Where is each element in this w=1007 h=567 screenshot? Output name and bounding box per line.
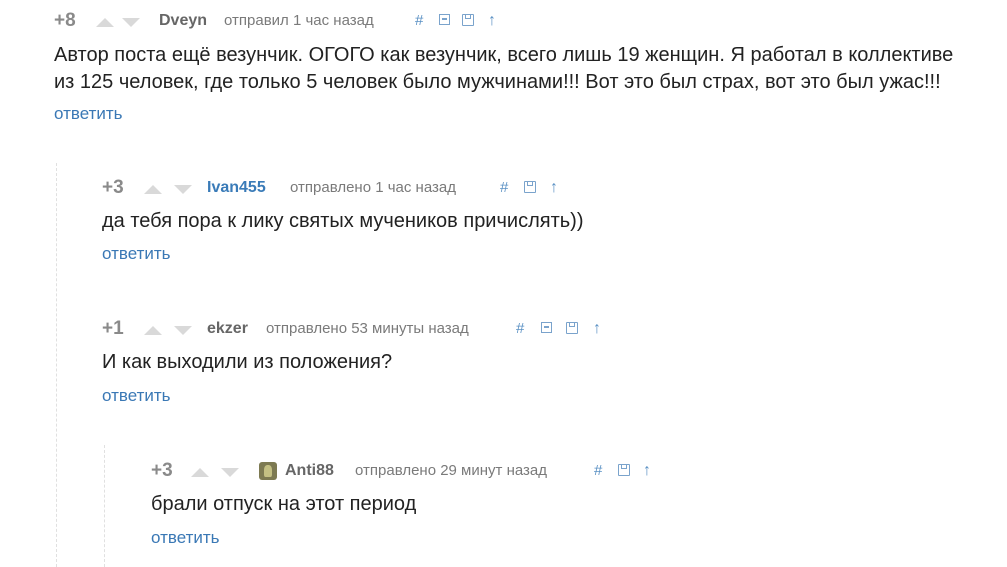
comment-author[interactable]: Ivan455 xyxy=(207,175,266,201)
comment-author[interactable]: ekzer xyxy=(207,316,248,342)
comment-rating: +3 xyxy=(102,177,124,198)
comment-rating: +3 xyxy=(151,460,173,481)
collapse-icon[interactable] xyxy=(439,14,450,25)
save-icon[interactable] xyxy=(618,464,630,476)
upvote-icon[interactable] xyxy=(144,185,162,194)
comment-timestamp: отправлено 1 час назад xyxy=(290,179,456,196)
hash-link-icon[interactable]: # xyxy=(516,316,524,342)
save-icon[interactable] xyxy=(566,322,578,334)
downvote-icon[interactable] xyxy=(221,468,239,477)
comment-text-line: из 125 человек, где только 5 человек был… xyxy=(54,71,941,93)
reply-link[interactable]: ответить xyxy=(102,244,171,264)
downvote-icon[interactable] xyxy=(174,326,192,335)
comment-ivan455: +3 Ivan455 отправлено 1 час назад # ↑ да… xyxy=(102,175,982,275)
save-icon[interactable] xyxy=(524,181,536,193)
reply-link[interactable]: ответить xyxy=(54,104,123,124)
upvote-icon[interactable] xyxy=(96,18,114,27)
hash-link-icon[interactable]: # xyxy=(594,458,602,484)
comment-text: да тебя пора к лику святых мучеников при… xyxy=(102,210,584,232)
comment-rating: +1 xyxy=(102,318,124,339)
parent-up-icon[interactable]: ↑ xyxy=(550,175,558,201)
save-icon[interactable] xyxy=(462,14,474,26)
comment-anti88: +3 Anti88 отправлено 29 минут назад # ↑ … xyxy=(151,458,981,558)
comment-text: И как выходили из положения? xyxy=(102,351,393,373)
reply-link[interactable]: ответить xyxy=(151,528,220,548)
comment-timestamp: отправлено 29 минут назад xyxy=(355,462,547,479)
reply-link[interactable]: ответить xyxy=(102,386,171,406)
comment-author[interactable]: Anti88 xyxy=(285,458,334,484)
avatar-icon[interactable] xyxy=(259,462,277,480)
parent-up-icon[interactable]: ↑ xyxy=(643,458,651,484)
upvote-icon[interactable] xyxy=(144,326,162,335)
comment-ekzer: +1 ekzer отправлено 53 минуты назад # ↑ … xyxy=(102,316,982,416)
comment-timestamp: отправлено 53 минуты назад xyxy=(266,320,469,337)
comment-text: брали отпуск на этот период xyxy=(151,493,417,515)
collapse-icon[interactable] xyxy=(541,322,552,333)
comment-author[interactable]: Dveyn xyxy=(159,8,207,34)
thread-line-level-1 xyxy=(56,163,57,567)
comment-text-line: Автор поста ещё везунчик. ОГОГО как везу… xyxy=(54,44,954,66)
comment-rating: +8 xyxy=(54,10,76,31)
parent-up-icon[interactable]: ↑ xyxy=(488,8,496,34)
downvote-icon[interactable] xyxy=(122,18,140,27)
hash-link-icon[interactable]: # xyxy=(415,8,423,34)
thread-line-level-2 xyxy=(104,445,105,567)
upvote-icon[interactable] xyxy=(191,468,209,477)
comment-timestamp: отправил 1 час назад xyxy=(224,12,374,29)
downvote-icon[interactable] xyxy=(174,185,192,194)
hash-link-icon[interactable]: # xyxy=(500,175,508,201)
parent-up-icon[interactable]: ↑ xyxy=(593,316,601,342)
comment-dveyn: +8 Dveyn отправил 1 час назад # ↑ Автор … xyxy=(54,8,1004,128)
